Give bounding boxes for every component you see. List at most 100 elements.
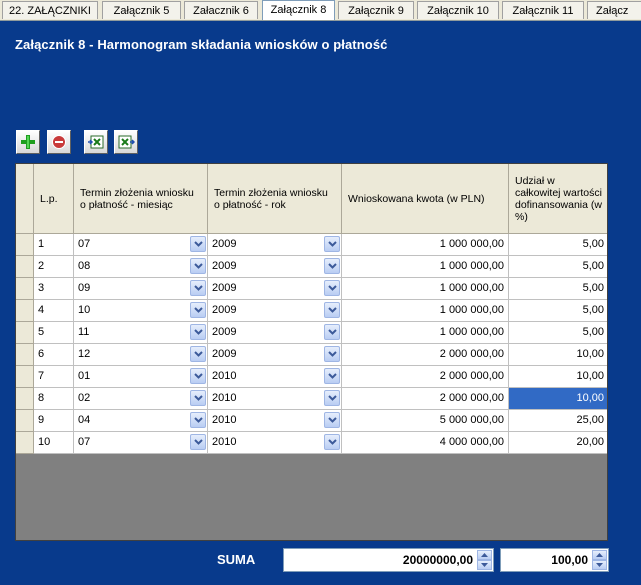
- cell-share[interactable]: 10,00: [509, 366, 607, 388]
- cell-month[interactable]: 07: [74, 432, 208, 454]
- cell-lp[interactable]: 4: [34, 300, 74, 322]
- chevron-down-icon[interactable]: [324, 302, 340, 318]
- cell-amount[interactable]: 2 000 000,00: [342, 366, 509, 388]
- chevron-down-icon[interactable]: [190, 302, 206, 318]
- cell-year[interactable]: 2009: [208, 256, 342, 278]
- tab-zalacznik-10[interactable]: Załącznik 10: [417, 1, 499, 19]
- column-header-month[interactable]: Termin złożenia wniosku o płatność - mie…: [74, 164, 208, 234]
- column-header-year[interactable]: Termin złożenia wniosku o płatność - rok: [208, 164, 342, 234]
- chevron-down-icon[interactable]: [190, 324, 206, 340]
- chevron-down-icon[interactable]: [190, 236, 206, 252]
- spin-up-icon[interactable]: [592, 550, 607, 560]
- tab-zalacznik-8[interactable]: Załącznik 8: [262, 0, 335, 20]
- cell-month[interactable]: 11: [74, 322, 208, 344]
- import-excel-button[interactable]: [114, 130, 138, 154]
- chevron-down-icon[interactable]: [190, 258, 206, 274]
- cell-amount[interactable]: 4 000 000,00: [342, 432, 509, 454]
- cell-year[interactable]: 2009: [208, 278, 342, 300]
- cell-share[interactable]: 10,00: [509, 344, 607, 366]
- chevron-down-icon[interactable]: [324, 324, 340, 340]
- cell-year[interactable]: 2009: [208, 344, 342, 366]
- chevron-down-icon[interactable]: [324, 280, 340, 296]
- chevron-down-icon[interactable]: [324, 368, 340, 384]
- cell-lp[interactable]: 2: [34, 256, 74, 278]
- cell-share[interactable]: 5,00: [509, 278, 607, 300]
- cell-month[interactable]: 02: [74, 388, 208, 410]
- row-header[interactable]: [16, 388, 34, 410]
- row-header[interactable]: [16, 322, 34, 344]
- column-header-amount[interactable]: Wnioskowana kwota (w PLN): [342, 164, 509, 234]
- chevron-down-icon[interactable]: [324, 412, 340, 428]
- row-header[interactable]: [16, 410, 34, 432]
- cell-lp[interactable]: 6: [34, 344, 74, 366]
- cell-year[interactable]: 2009: [208, 300, 342, 322]
- spin-down-icon[interactable]: [477, 560, 492, 570]
- total-share-field[interactable]: 100,00: [500, 548, 609, 572]
- spin-down-icon[interactable]: [592, 560, 607, 570]
- chevron-down-icon[interactable]: [190, 412, 206, 428]
- cell-amount[interactable]: 2 000 000,00: [342, 388, 509, 410]
- tab-zalacznik-11[interactable]: Załącznik 11: [502, 1, 584, 19]
- cell-amount[interactable]: 1 000 000,00: [342, 278, 509, 300]
- row-header[interactable]: [16, 300, 34, 322]
- chevron-down-icon[interactable]: [324, 346, 340, 362]
- cell-amount[interactable]: 1 000 000,00: [342, 234, 509, 256]
- cell-share[interactable]: 5,00: [509, 300, 607, 322]
- tab-zalacznik-more[interactable]: Załącz: [587, 1, 641, 19]
- column-header-lp[interactable]: L.p.: [34, 164, 74, 234]
- row-header[interactable]: [16, 256, 34, 278]
- cell-month[interactable]: 07: [74, 234, 208, 256]
- spin-up-icon[interactable]: [477, 550, 492, 560]
- row-header[interactable]: [16, 278, 34, 300]
- row-header[interactable]: [16, 432, 34, 454]
- cell-amount[interactable]: 1 000 000,00: [342, 300, 509, 322]
- cell-lp[interactable]: 8: [34, 388, 74, 410]
- cell-amount[interactable]: 2 000 000,00: [342, 344, 509, 366]
- cell-share[interactable]: 5,00: [509, 256, 607, 278]
- tab-zalacznik-9[interactable]: Załącznik 9: [338, 1, 414, 19]
- tab-zalacznik-6[interactable]: Załacznik 6: [184, 1, 258, 19]
- cell-year[interactable]: 2009: [208, 234, 342, 256]
- cell-month[interactable]: 04: [74, 410, 208, 432]
- cell-share[interactable]: 5,00: [509, 234, 607, 256]
- cell-amount[interactable]: 1 000 000,00: [342, 256, 509, 278]
- cell-year[interactable]: 2009: [208, 322, 342, 344]
- cell-share[interactable]: 10,00: [509, 388, 607, 410]
- cell-month[interactable]: 10: [74, 300, 208, 322]
- cell-month[interactable]: 09: [74, 278, 208, 300]
- add-row-button[interactable]: [16, 130, 40, 154]
- chevron-down-icon[interactable]: [190, 280, 206, 296]
- export-excel-button[interactable]: [84, 130, 108, 154]
- chevron-down-icon[interactable]: [324, 390, 340, 406]
- cell-lp[interactable]: 1: [34, 234, 74, 256]
- cell-year[interactable]: 2010: [208, 432, 342, 454]
- row-header[interactable]: [16, 366, 34, 388]
- chevron-down-icon[interactable]: [190, 434, 206, 450]
- cell-amount[interactable]: 5 000 000,00: [342, 410, 509, 432]
- chevron-down-icon[interactable]: [324, 258, 340, 274]
- chevron-down-icon[interactable]: [190, 368, 206, 384]
- chevron-down-icon[interactable]: [190, 346, 206, 362]
- cell-month[interactable]: 12: [74, 344, 208, 366]
- cell-month[interactable]: 01: [74, 366, 208, 388]
- row-header[interactable]: [16, 344, 34, 366]
- remove-row-button[interactable]: [47, 130, 71, 154]
- total-amount-field[interactable]: 20000000,00: [283, 548, 494, 572]
- chevron-down-icon[interactable]: [190, 390, 206, 406]
- cell-lp[interactable]: 9: [34, 410, 74, 432]
- chevron-down-icon[interactable]: [324, 434, 340, 450]
- tab-zalacznik-5[interactable]: Załącznik 5: [102, 1, 181, 19]
- cell-share[interactable]: 25,00: [509, 410, 607, 432]
- cell-lp[interactable]: 5: [34, 322, 74, 344]
- cell-year[interactable]: 2010: [208, 410, 342, 432]
- column-header-share[interactable]: Udział w całkowitej wartości dofinansowa…: [509, 164, 607, 234]
- row-header[interactable]: [16, 234, 34, 256]
- cell-lp[interactable]: 3: [34, 278, 74, 300]
- tab-zalaczniki[interactable]: 22. ZAŁĄCZNIKI: [2, 1, 98, 19]
- cell-year[interactable]: 2010: [208, 366, 342, 388]
- cell-lp[interactable]: 10: [34, 432, 74, 454]
- chevron-down-icon[interactable]: [324, 236, 340, 252]
- cell-share[interactable]: 20,00: [509, 432, 607, 454]
- cell-month[interactable]: 08: [74, 256, 208, 278]
- cell-lp[interactable]: 7: [34, 366, 74, 388]
